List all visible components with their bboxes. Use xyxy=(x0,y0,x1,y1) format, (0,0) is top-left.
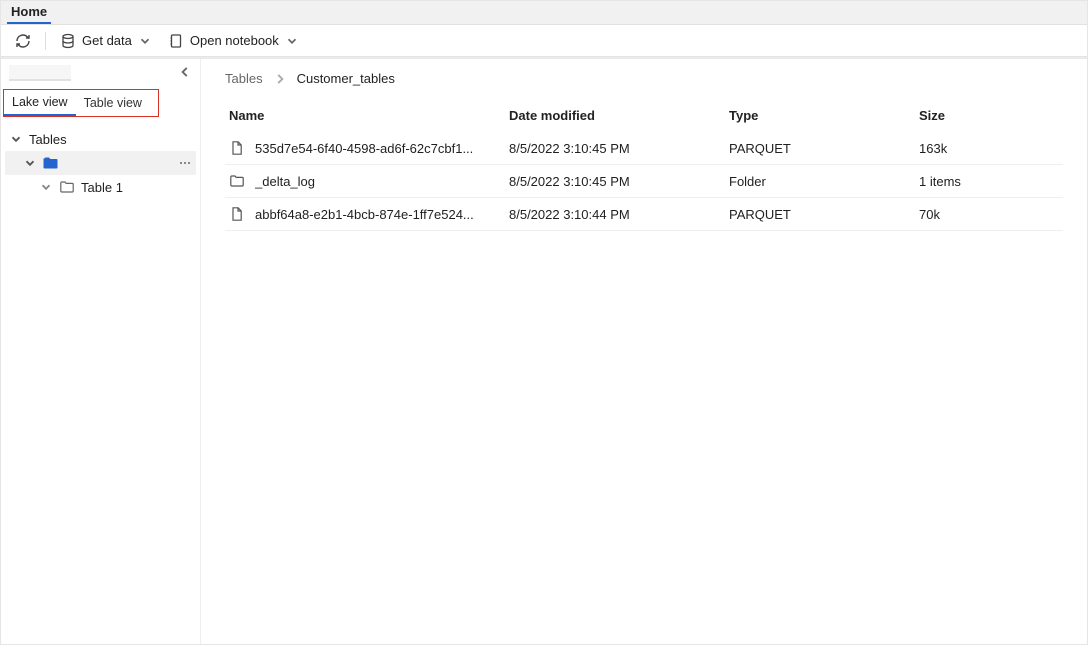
file-type: PARQUET xyxy=(729,141,919,156)
col-name[interactable]: Name xyxy=(229,108,509,123)
database-icon xyxy=(60,33,76,49)
collapse-sidebar-button[interactable] xyxy=(178,65,192,79)
file-date: 8/5/2022 3:10:44 PM xyxy=(509,207,729,222)
tree-node-folder[interactable] xyxy=(5,151,196,175)
get-data-button[interactable]: Get data xyxy=(54,29,158,53)
file-size: 1 items xyxy=(919,174,1059,189)
col-size[interactable]: Size xyxy=(919,108,1059,123)
tree-node-tables[interactable]: Tables xyxy=(5,127,196,151)
file-icon xyxy=(229,206,245,222)
main-content: Tables Customer_tables Name Date modifie… xyxy=(201,59,1087,644)
breadcrumb: Tables Customer_tables xyxy=(225,71,1063,86)
file-size: 163k xyxy=(919,141,1059,156)
file-type: PARQUET xyxy=(729,207,919,222)
tab-home[interactable]: Home xyxy=(7,1,51,24)
chevron-down-icon xyxy=(138,34,152,48)
grid-header: Name Date modified Type Size xyxy=(225,100,1063,132)
table-row[interactable]: 535d7e54-6f40-4598-ad6f-62c7cbf1... 8/5/… xyxy=(225,132,1063,165)
file-name: abbf64a8-e2b1-4bcb-874e-1ff7e524... xyxy=(255,207,474,222)
open-notebook-label: Open notebook xyxy=(190,33,279,48)
toolbar-separator xyxy=(45,32,46,50)
tab-table-view[interactable]: Table view xyxy=(76,92,150,115)
tab-lake-view[interactable]: Lake view xyxy=(4,91,76,116)
file-size: 70k xyxy=(919,207,1059,222)
toolbar: Get data Open notebook xyxy=(1,25,1087,57)
file-grid: Name Date modified Type Size 535d7e54-6f… xyxy=(225,100,1063,231)
file-date: 8/5/2022 3:10:45 PM xyxy=(509,174,729,189)
file-name: 535d7e54-6f40-4598-ad6f-62c7cbf1... xyxy=(255,141,473,156)
refresh-icon xyxy=(15,33,31,49)
folder-outline-icon xyxy=(59,179,75,195)
sidebar: Lake view Table view Tables xyxy=(1,59,201,644)
chevron-down-icon xyxy=(23,156,37,170)
table-row[interactable]: abbf64a8-e2b1-4bcb-874e-1ff7e524... 8/5/… xyxy=(225,198,1063,231)
tree-label: Tables xyxy=(29,132,192,147)
file-name: _delta_log xyxy=(255,174,315,189)
sidebar-header-placeholder xyxy=(9,65,71,81)
breadcrumb-root[interactable]: Tables xyxy=(225,71,263,86)
ribbon-tabs: Home xyxy=(1,1,1087,25)
notebook-icon xyxy=(168,33,184,49)
refresh-button[interactable] xyxy=(9,29,37,53)
file-date: 8/5/2022 3:10:45 PM xyxy=(509,141,729,156)
breadcrumb-current: Customer_tables xyxy=(297,71,395,86)
folder-outline-icon xyxy=(229,173,245,189)
view-tabs-highlight: Lake view Table view xyxy=(3,89,159,117)
col-date[interactable]: Date modified xyxy=(509,108,729,123)
chevron-down-icon xyxy=(39,180,53,194)
tree-label: Table 1 xyxy=(81,180,192,195)
table-row[interactable]: _delta_log 8/5/2022 3:10:45 PM Folder 1 … xyxy=(225,165,1063,198)
tree-node-table-1[interactable]: Table 1 xyxy=(5,175,196,199)
chevron-down-icon xyxy=(285,34,299,48)
more-icon[interactable] xyxy=(178,156,192,170)
chevron-down-icon xyxy=(9,132,23,146)
file-type: Folder xyxy=(729,174,919,189)
explorer-tree: Tables xyxy=(1,121,200,199)
sidebar-header xyxy=(1,59,200,81)
open-notebook-button[interactable]: Open notebook xyxy=(162,29,305,53)
col-type[interactable]: Type xyxy=(729,108,919,123)
folder-icon xyxy=(43,155,59,171)
get-data-label: Get data xyxy=(82,33,132,48)
file-icon xyxy=(229,140,245,156)
chevron-right-icon xyxy=(273,72,287,86)
